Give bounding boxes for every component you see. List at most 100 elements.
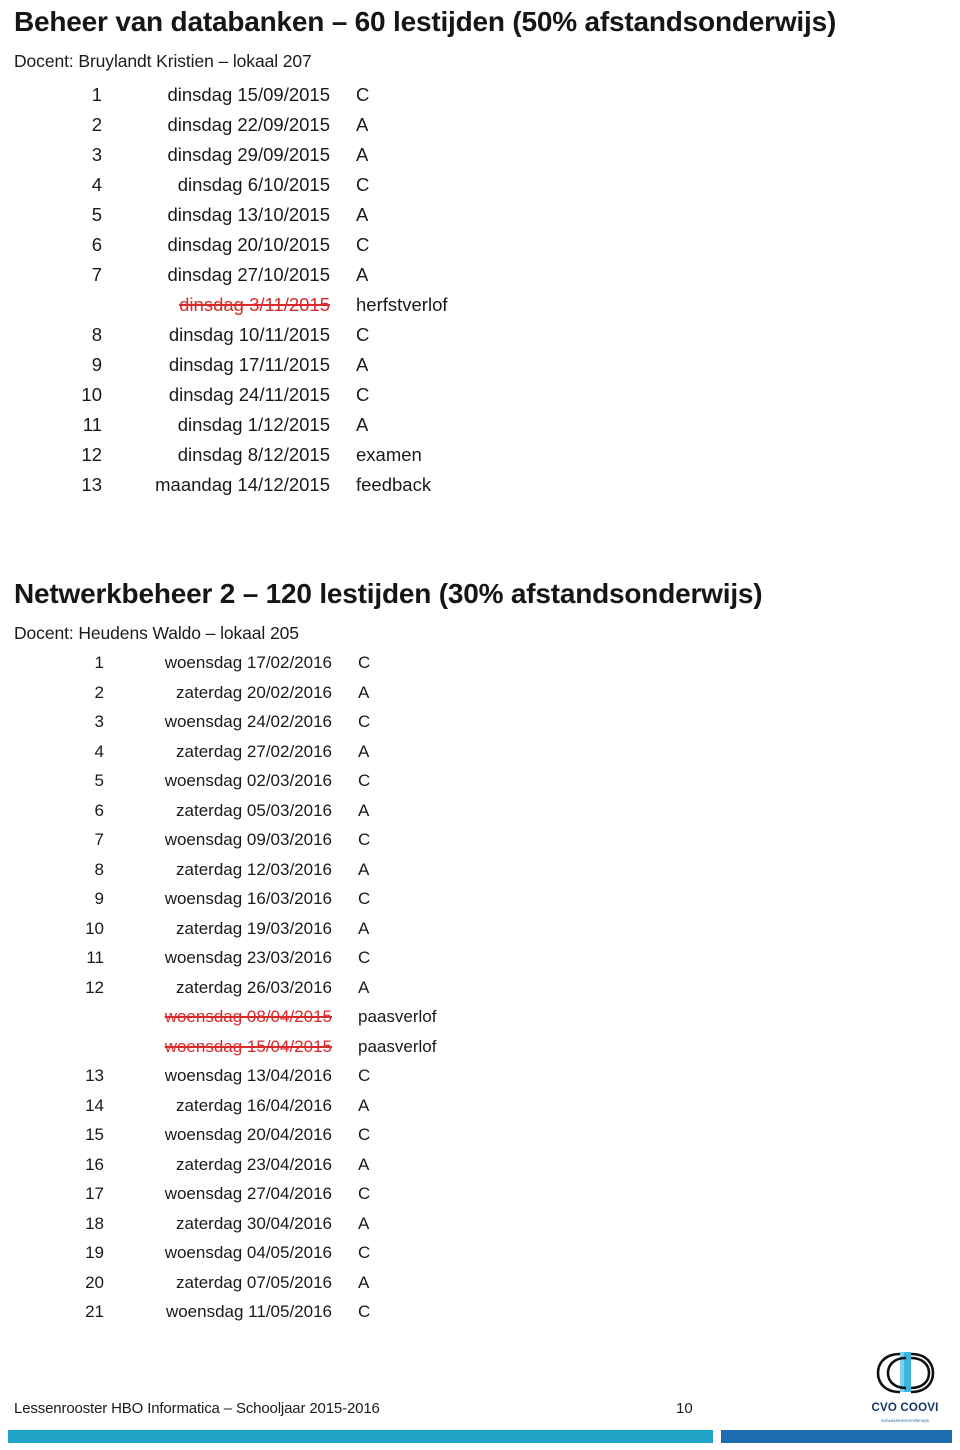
schedule-row-number: 2	[94, 682, 104, 702]
schedule-row: 4 zaterdag 27/02/2016 A	[58, 743, 488, 773]
schedule-row-number: 6	[91, 234, 102, 256]
schedule-row-number: 10	[81, 384, 102, 406]
schedule-row: 9 dinsdag 17/11/2015 A	[52, 355, 486, 386]
schedule-row-number: 3	[94, 712, 104, 732]
schedule-row-code: C	[358, 653, 371, 673]
schedule-row-code: A	[356, 204, 369, 226]
schedule-row-number: 21	[85, 1302, 104, 1322]
schedule-row-number: 16	[85, 1154, 104, 1174]
schedule-row-number: 9	[94, 889, 104, 909]
schedule-row-code: C	[358, 1243, 371, 1263]
schedule-row-date: zaterdag 23/04/2016	[176, 1154, 332, 1174]
schedule-body-1: 1 dinsdag 15/09/2015 C 2 dinsdag 22/09/2015 A…	[52, 84, 486, 506]
schedule-row-code: C	[356, 324, 370, 346]
schedule-row-date: zaterdag 16/04/2016	[176, 1095, 332, 1115]
schedule-row-code: A	[358, 1154, 370, 1174]
schedule-row-number: 1	[94, 653, 104, 673]
schedule-row-code: C	[358, 948, 371, 968]
schedule-row-code: C	[356, 84, 370, 106]
schedule-row: 7 dinsdag 27/10/2015 A	[52, 264, 486, 296]
schedule-row-code: paasverlof	[358, 1007, 437, 1027]
logo-wordmark: CVO COOVI	[871, 1402, 939, 1414]
schedule-row-code: C	[358, 1184, 371, 1204]
schedule-row-number: 10	[85, 918, 104, 938]
schedule-row-date: dinsdag 1/12/2015	[177, 414, 330, 436]
schedule-row-code: C	[358, 712, 371, 732]
schedule-row-code: A	[358, 918, 370, 938]
schedule-row-date: zaterdag 27/02/2016	[176, 741, 332, 761]
section-teacher-line-2: Docent: Heudens Waldo – lokaal 205	[14, 623, 299, 644]
section-teacher-line-1: Docent: Bruylandt Kristien – lokaal 207	[14, 51, 312, 72]
schedule-row-date: woensdag 13/04/2016	[164, 1066, 332, 1086]
schedule-row: 19 woensdag 04/05/2016 C	[58, 1244, 488, 1274]
schedule-row-code: herfstverlof	[356, 294, 448, 316]
schedule-row-number: 12	[81, 444, 102, 466]
schedule-row-code: C	[358, 830, 371, 850]
schedule-row-number: 2	[91, 114, 102, 136]
schedule-row: 1 dinsdag 15/09/2015 C	[52, 84, 486, 116]
schedule-row-date: zaterdag 05/03/2016	[176, 800, 332, 820]
schedule-row-number	[52, 296, 116, 326]
footer-bar-left	[8, 1430, 713, 1443]
schedule-row-date: woensdag 08/04/2015	[164, 1007, 332, 1027]
cvo-coovi-logo: CVO COOVI volwassenenonderwijs	[862, 1350, 948, 1424]
schedule-row-date: dinsdag 22/09/2015	[167, 114, 330, 136]
schedule-row: dinsdag 3/11/2015 herfstverlof	[52, 294, 486, 326]
schedule-row-code: paasverlof	[358, 1036, 437, 1056]
schedule-row-number: 3	[91, 144, 102, 166]
schedule-row-code: examen	[356, 444, 422, 466]
schedule-row-code: C	[356, 234, 370, 256]
schedule-row: 2 dinsdag 22/09/2015 A	[52, 114, 486, 146]
schedule-row-number: 11	[82, 414, 102, 436]
schedule-row: 13 woensdag 13/04/2016 C	[58, 1067, 488, 1097]
schedule-row-code: A	[356, 114, 369, 136]
schedule-row: 11 dinsdag 1/12/2015 A	[52, 414, 486, 446]
schedule-row-code: A	[356, 414, 369, 436]
schedule-table-netwerkbeheer-2: 1 woensdag 17/02/2016 C 2 zaterdag 20/02/201…	[58, 654, 488, 1333]
schedule-row-code: C	[358, 1125, 371, 1145]
schedule-row: 6 zaterdag 05/03/2016 A	[58, 802, 488, 832]
schedule-row: 13 maandag 14/12/2015 feedback	[52, 474, 486, 506]
schedule-row-code: C	[358, 889, 371, 909]
schedule-row-code: A	[358, 1213, 370, 1233]
schedule-row: 3 dinsdag 29/09/2015 A	[52, 144, 486, 176]
schedule-row-number: 11	[86, 948, 104, 968]
schedule-row-number: 4	[91, 174, 102, 196]
schedule-row-code: feedback	[356, 474, 432, 496]
schedule-row-date: zaterdag 07/05/2016	[176, 1272, 332, 1292]
schedule-row-date: dinsdag 27/10/2015	[167, 264, 330, 286]
schedule-row: 7 woensdag 09/03/2016 C	[58, 831, 488, 861]
schedule-row-number: 13	[81, 474, 102, 496]
schedule-row-date: zaterdag 26/03/2016	[176, 977, 332, 997]
schedule-row-code: A	[358, 859, 370, 879]
schedule-row-code: C	[356, 384, 370, 406]
schedule-row-date: dinsdag 13/10/2015	[167, 204, 330, 226]
schedule-row: 15 woensdag 20/04/2016 C	[58, 1126, 488, 1156]
document-page: Beheer van databanken – 60 lestijden (50…	[0, 0, 960, 1450]
schedule-row-date: dinsdag 8/12/2015	[177, 444, 330, 466]
schedule-row: woensdag 15/04/2015 paasverlof	[58, 1038, 488, 1068]
schedule-row-date: zaterdag 12/03/2016	[176, 859, 332, 879]
schedule-table-beheer-van-databanken: 1 dinsdag 15/09/2015 C 2 dinsdag 22/09/2015 A…	[52, 84, 486, 506]
schedule-row-number: 6	[94, 800, 104, 820]
schedule-row: 18 zaterdag 30/04/2016 A	[58, 1215, 488, 1245]
schedule-row-number: 1	[91, 84, 102, 106]
footer-page-number: 10	[676, 1400, 693, 1417]
schedule-row-number: 8	[91, 324, 102, 346]
schedule-row-code: C	[356, 174, 370, 196]
schedule-row-code: A	[358, 800, 370, 820]
schedule-row-date: woensdag 27/04/2016	[164, 1184, 332, 1204]
schedule-row: 4 dinsdag 6/10/2015 C	[52, 174, 486, 206]
schedule-row-number: 20	[85, 1272, 104, 1292]
schedule-row: 21 woensdag 11/05/2016 C	[58, 1303, 488, 1333]
schedule-row-code: A	[358, 1272, 370, 1292]
schedule-row: 8 dinsdag 10/11/2015 C	[52, 324, 486, 356]
schedule-row-date: woensdag 04/05/2016	[164, 1243, 332, 1263]
schedule-row-code: C	[358, 1066, 371, 1086]
schedule-row-code: A	[356, 264, 369, 286]
schedule-row-date: dinsdag 10/11/2015	[168, 324, 330, 346]
schedule-row-date: woensdag 02/03/2016	[164, 771, 332, 791]
schedule-row-date: dinsdag 3/11/2015	[179, 294, 330, 316]
schedule-row-code: A	[358, 741, 370, 761]
schedule-row: 12 zaterdag 26/03/2016 A	[58, 979, 488, 1009]
